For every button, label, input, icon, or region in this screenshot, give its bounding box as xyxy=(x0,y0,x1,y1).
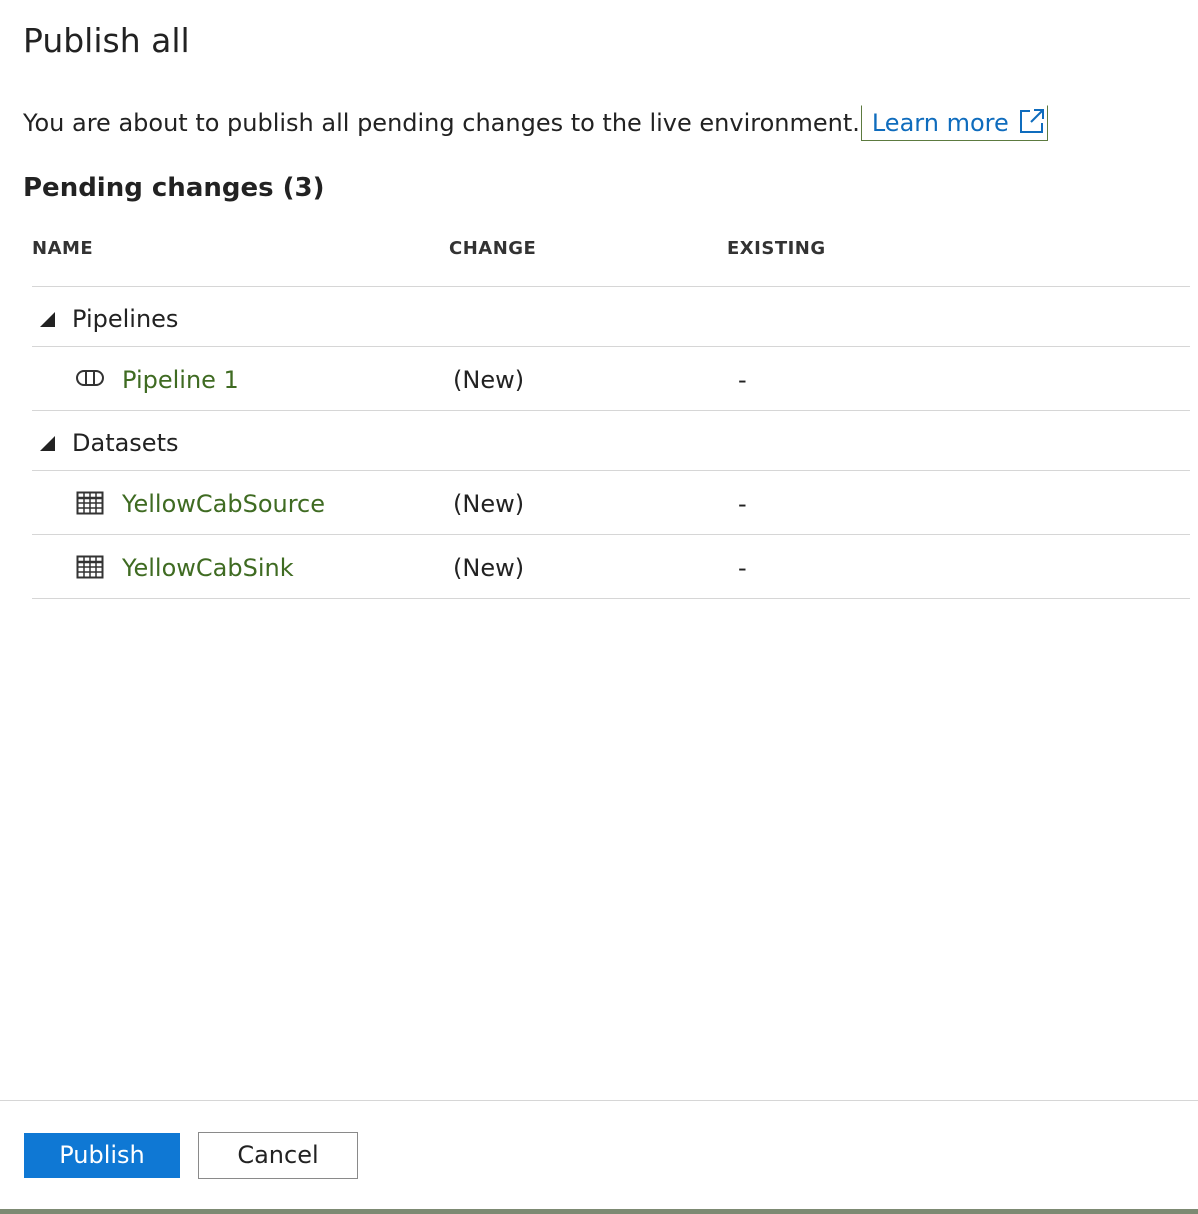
item-name-link[interactable]: YellowCabSink xyxy=(122,535,294,601)
group-label: Pipelines xyxy=(72,305,179,333)
item-existing: - xyxy=(738,554,747,582)
table-row[interactable]: YellowCabSink (New) - xyxy=(32,535,1190,599)
dataset-table-icon xyxy=(76,491,104,519)
pending-changes-table: NAME CHANGE EXISTING Pipelines Pipeline … xyxy=(32,222,1190,599)
item-change: (New) xyxy=(453,366,525,394)
group-row-datasets[interactable]: Datasets xyxy=(32,411,1190,471)
item-change: (New) xyxy=(453,490,525,518)
external-link-icon xyxy=(1019,108,1045,143)
group-label: Datasets xyxy=(72,429,179,457)
intro-text-line: You are about to publish all pending cha… xyxy=(23,104,1048,142)
table-row[interactable]: Pipeline 1 (New) - xyxy=(32,347,1190,411)
collapse-caret-icon[interactable] xyxy=(40,436,55,451)
learn-more-label: Learn more xyxy=(871,109,1009,137)
intro-text: You are about to publish all pending cha… xyxy=(23,109,860,137)
learn-more-link[interactable]: Learn more xyxy=(860,105,1048,143)
column-header-change: CHANGE xyxy=(449,238,537,259)
footer-divider xyxy=(0,1100,1198,1101)
table-row[interactable]: YellowCabSource (New) - xyxy=(32,471,1190,535)
pending-changes-title: Pending changes (3) xyxy=(23,173,325,203)
item-change: (New) xyxy=(453,554,525,582)
panel-title: Publish all xyxy=(23,21,190,60)
window-bottom-edge xyxy=(0,1209,1198,1214)
publish-all-panel: Publish all You are about to publish all… xyxy=(0,0,1198,1214)
collapse-caret-icon[interactable] xyxy=(40,312,55,327)
cancel-button[interactable]: Cancel xyxy=(198,1132,358,1179)
dataset-table-icon xyxy=(76,555,104,583)
pipeline-icon xyxy=(76,367,104,393)
group-row-pipelines[interactable]: Pipelines xyxy=(32,287,1190,347)
item-existing: - xyxy=(738,366,747,394)
column-header-name: NAME xyxy=(32,238,94,259)
item-name-link[interactable]: Pipeline 1 xyxy=(122,347,239,413)
table-header: NAME CHANGE EXISTING xyxy=(32,222,1190,287)
publish-button[interactable]: Publish xyxy=(24,1133,180,1178)
item-name-link[interactable]: YellowCabSource xyxy=(122,471,325,537)
column-header-existing: EXISTING xyxy=(727,238,826,259)
item-existing: - xyxy=(738,490,747,518)
